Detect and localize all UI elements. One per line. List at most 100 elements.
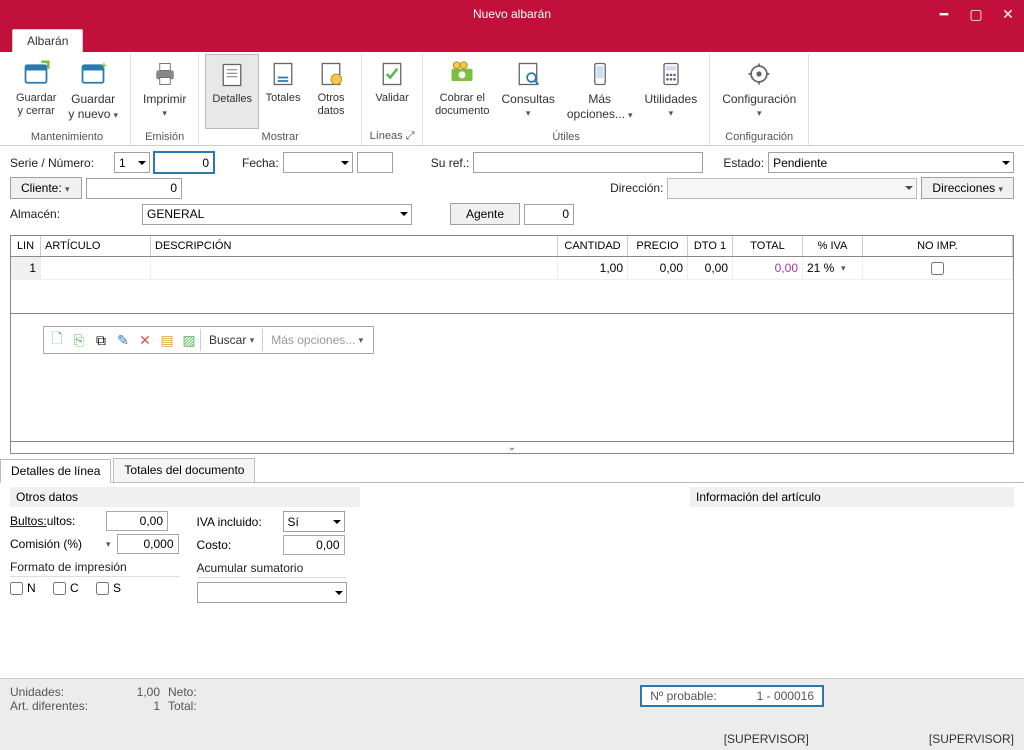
cell-descripcion[interactable] <box>151 257 558 279</box>
costo-label: Costo: <box>197 538 277 552</box>
chk-c[interactable]: C <box>53 581 79 595</box>
cliente-button[interactable]: Cliente: ▾ <box>10 177 82 199</box>
user2: [SUPERVISOR] <box>929 732 1014 746</box>
window-title: Nuevo albarán <box>473 7 551 21</box>
otros-datos-button[interactable]: Otros datos <box>307 54 355 129</box>
mas-opciones-toolbar-button[interactable]: Más opciones... ▾ <box>262 329 371 351</box>
query-icon <box>512 58 544 90</box>
mas-opciones-label: Más opciones... <box>567 92 625 121</box>
cobrar-button[interactable]: Cobrar el documento <box>429 54 495 129</box>
print-button[interactable]: Imprimir▾ <box>137 54 192 129</box>
tab-detalles-linea[interactable]: Detalles de línea <box>0 459 111 483</box>
save-close-label: Guardar y cerrar <box>16 92 56 118</box>
save-new-button[interactable]: + Guardar y nuevo ▾ <box>62 54 124 129</box>
cell-cantidad[interactable]: 1,00 <box>558 257 628 279</box>
footer: Unidades: Art. diferentes: 1,00 1 Neto: … <box>0 678 1024 750</box>
mas-opciones-button[interactable]: Más opciones... ▾ <box>561 54 639 129</box>
col-lin: LIN <box>11 236 41 256</box>
otros-datos-label: Otros datos <box>318 92 345 118</box>
col-cantidad: CANTIDAD <box>558 236 628 256</box>
col-noimp: NO IMP. <box>863 236 1013 256</box>
iva-incluido-select[interactable]: Sí <box>283 511 345 532</box>
validar-button[interactable]: Validar <box>368 54 416 128</box>
expand-bar[interactable]: ⌄ <box>10 442 1014 454</box>
comision-label: Comisión (%) <box>10 537 100 551</box>
new-line-icon[interactable]: 🗋 <box>46 329 68 351</box>
agente-input[interactable] <box>524 204 574 225</box>
consultas-button[interactable]: Consultas▾ <box>496 54 561 129</box>
direcciones-button[interactable]: Direcciones ▾ <box>921 177 1014 199</box>
validar-label: Validar <box>375 92 408 105</box>
save-close-icon <box>20 58 52 90</box>
agente-button[interactable]: Agente <box>450 203 520 225</box>
col-dto1: DTO 1 <box>688 236 733 256</box>
cliente-input[interactable] <box>86 178 182 199</box>
buscar-button[interactable]: Buscar ▾ <box>200 329 262 351</box>
tab-totales-documento[interactable]: Totales del documento <box>113 458 255 482</box>
notes-icon[interactable]: ▤ <box>156 329 178 351</box>
noimp-checkbox[interactable] <box>931 262 944 275</box>
suref-input[interactable] <box>473 152 703 173</box>
cell-iva[interactable]: 21 % ▾ <box>803 257 863 279</box>
estado-label: Estado: <box>723 156 764 170</box>
cell-noimp[interactable] <box>863 257 1013 279</box>
close-button[interactable]: ✕ <box>992 0 1024 28</box>
tabstrip: Albarán <box>0 28 1024 52</box>
cell-articulo[interactable] <box>41 257 151 279</box>
save-close-button[interactable]: Guardar y cerrar <box>10 54 62 129</box>
ribbon: Guardar y cerrar + Guardar y nuevo ▾ Man… <box>0 52 1024 146</box>
costo-input[interactable] <box>283 535 345 555</box>
detail-tabs: Detalles de línea Totales del documento <box>0 458 1024 483</box>
chk-n[interactable]: N <box>10 581 36 595</box>
image-icon[interactable]: ▨ <box>178 329 200 351</box>
acumular-select[interactable] <box>197 582 347 603</box>
detalles-button[interactable]: Detalles <box>205 54 259 129</box>
bultos-input[interactable] <box>106 511 168 531</box>
totales-button[interactable]: Totales <box>259 54 307 129</box>
probable-label: Nº probable: <box>650 689 716 703</box>
estado-select[interactable]: Pendiente <box>768 152 1014 173</box>
copy-line-icon[interactable]: ⎘ <box>68 329 90 351</box>
cell-dto1[interactable]: 0,00 <box>688 257 733 279</box>
calculator-icon <box>655 58 687 90</box>
iva-incluido-label: IVA incluido: <box>197 515 277 529</box>
comision-input[interactable] <box>117 534 179 554</box>
total-label: Total: <box>168 699 220 713</box>
chevron-down-icon: ▾ <box>526 108 531 118</box>
save-new-icon: + <box>77 58 109 90</box>
delete-line-icon[interactable]: ✕ <box>134 329 156 351</box>
col-total: TOTAL <box>733 236 803 256</box>
chk-s[interactable]: S <box>96 581 121 595</box>
table-row[interactable]: 1 1,00 0,00 0,00 0,00 21 % ▾ <box>11 257 1013 280</box>
neto-label: Neto: <box>168 685 220 699</box>
almacen-select[interactable]: GENERAL <box>142 204 412 225</box>
group-lineas: Líneas ⤢ <box>368 128 416 145</box>
almacen-label: Almacén: <box>10 207 110 221</box>
minimize-button[interactable]: ━ <box>928 0 960 28</box>
cell-precio[interactable]: 0,00 <box>628 257 688 279</box>
configuracion-button[interactable]: Configuración▾ <box>716 54 802 129</box>
fecha-extra-input[interactable] <box>357 152 393 173</box>
edit-line-icon[interactable]: ✎ <box>112 329 134 351</box>
detail-panel: Otros datos Bultos:ultos: Comisión (%) ▾… <box>0 483 1024 607</box>
chevron-down-icon[interactable]: ▾ <box>106 539 111 550</box>
utilidades-button[interactable]: Utilidades▾ <box>639 54 704 129</box>
serie-select[interactable]: 1 <box>114 152 150 173</box>
formato-head: Formato de impresión <box>10 560 179 577</box>
duplicate-icon[interactable]: ⧉ <box>90 329 112 351</box>
chevron-down-icon: ▾ <box>628 110 633 120</box>
totales-label: Totales <box>266 92 301 105</box>
cell-total: 0,00 <box>733 257 803 279</box>
acumular-head: Acumular sumatorio <box>197 561 347 578</box>
probable-box: Nº probable: 1 - 000016 <box>640 685 824 707</box>
validate-icon <box>376 58 408 90</box>
fecha-select[interactable] <box>283 152 353 173</box>
chevron-down-icon: ▾ <box>113 110 118 120</box>
tab-albaran[interactable]: Albarán <box>12 29 83 52</box>
group-mantenimiento: Mantenimiento <box>10 129 124 145</box>
numero-input[interactable] <box>154 152 214 173</box>
group-emision: Emisión <box>137 129 192 145</box>
other-data-icon <box>315 58 347 90</box>
chevron-down-icon: ▾ <box>757 108 762 118</box>
maximize-button[interactable]: ▢ <box>960 0 992 28</box>
